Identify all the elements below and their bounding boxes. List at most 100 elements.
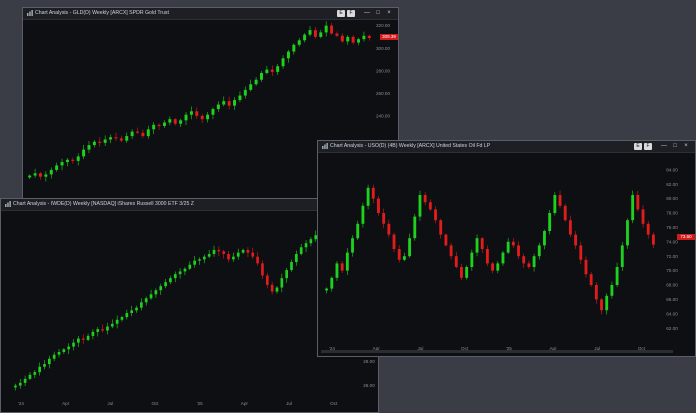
candle-body <box>584 259 588 275</box>
candle-body <box>76 156 80 161</box>
candle-body <box>506 241 510 253</box>
candle-body <box>589 274 593 285</box>
candle-body <box>183 268 187 272</box>
gld-minimize-icon[interactable]: — <box>363 9 371 17</box>
candle-body <box>324 25 328 33</box>
candle-body <box>251 252 255 257</box>
candle-body <box>149 294 153 299</box>
candle-body <box>605 295 609 311</box>
candle-body <box>211 109 215 115</box>
uso-e-button[interactable]: E <box>634 143 642 150</box>
candle-body <box>198 259 201 261</box>
uso-minimize-icon[interactable]: — <box>660 142 668 150</box>
candle-body <box>517 245 520 257</box>
candle-body <box>146 129 150 137</box>
candle-body <box>169 278 172 283</box>
candle-body <box>491 263 495 271</box>
candle-body <box>558 195 562 206</box>
candle-body <box>387 223 391 235</box>
candle-body <box>371 187 375 199</box>
candle-body <box>109 137 113 140</box>
candle-body <box>92 141 96 146</box>
candle-body <box>356 223 360 239</box>
candle-body <box>202 256 206 260</box>
gld-title-bar[interactable]: Chart Analysis - GLD(D) Weekly [ARCX] SP… <box>23 8 398 20</box>
candle-body <box>423 195 427 203</box>
y-tick-label: 64.00 <box>666 311 678 316</box>
candle-body <box>67 346 71 350</box>
candle-body <box>366 187 370 206</box>
candle-body <box>130 131 134 137</box>
candle-body <box>140 302 143 308</box>
uso-chart-window[interactable]: Chart Analysis - USO(D) (4B) Weekly [ARC… <box>317 140 696 357</box>
candle-body <box>135 307 138 311</box>
candle-body <box>195 111 199 116</box>
candle-body <box>290 262 293 271</box>
uso-horizontal-scrollbar[interactable] <box>321 350 673 353</box>
x-tick-label: Apr <box>62 401 70 406</box>
candle-body <box>81 338 85 340</box>
uso-title-bar[interactable]: Chart Analysis - USO(D) (4B) Weekly [ARC… <box>318 141 695 153</box>
candle-body <box>125 136 129 141</box>
uso-f-button[interactable]: F <box>644 143 652 150</box>
candle-body <box>72 342 75 347</box>
candle-body <box>454 256 458 267</box>
candle-body <box>120 317 124 320</box>
candle-body <box>434 209 437 221</box>
candle-body <box>361 205 365 224</box>
candle-body <box>626 220 629 246</box>
candle-body <box>299 247 303 254</box>
uso-last-price-tag: 73.60 <box>677 234 695 240</box>
x-tick-label: Oct <box>151 401 159 406</box>
candle-body <box>136 131 139 133</box>
candle-body <box>449 245 453 257</box>
x-tick-label: Jul <box>107 401 113 406</box>
candle-body <box>615 267 619 285</box>
y-tick-label: 74.00 <box>666 239 678 244</box>
candle-body <box>162 122 166 126</box>
candle-body <box>103 139 107 143</box>
candle-body <box>522 256 526 264</box>
candle-body <box>397 249 401 260</box>
candle-body <box>295 253 298 263</box>
candle-body <box>537 245 541 257</box>
x-tick-label: '24 <box>18 401 24 406</box>
candle-body <box>14 385 17 388</box>
candle-body <box>377 198 380 213</box>
gld-maximize-icon[interactable]: □ <box>374 9 382 17</box>
candle-body <box>418 195 422 217</box>
candle-body <box>87 145 91 150</box>
candle-body <box>285 270 289 279</box>
candle-body <box>18 382 22 386</box>
candle-body <box>428 202 432 210</box>
gld-e-button[interactable]: E <box>337 10 345 17</box>
candle-body <box>357 39 361 43</box>
candle-body <box>304 243 308 248</box>
candle-body <box>636 195 640 210</box>
candle-body <box>480 238 484 249</box>
candle-body <box>408 238 412 257</box>
candle-body <box>501 252 505 264</box>
gld-f-button[interactable]: F <box>347 10 355 17</box>
candle-body <box>125 313 129 318</box>
uso-maximize-icon[interactable]: □ <box>671 142 679 150</box>
candle-body <box>206 114 210 120</box>
y-tick-label: 72.00 <box>666 254 678 259</box>
uso-chart[interactable]: 84.00 82.00 80.00 78.00 76.00 74.00 72.00 70.00… <box>318 153 695 356</box>
uso-close-icon[interactable]: × <box>682 142 690 150</box>
candle-body <box>246 249 250 253</box>
candle-body <box>130 310 134 314</box>
candle-body <box>184 114 188 121</box>
candle-body <box>154 290 158 295</box>
candle-body <box>292 44 296 52</box>
candle-body <box>346 36 350 42</box>
gld-close-icon[interactable]: × <box>385 9 393 17</box>
candle-body <box>71 159 75 161</box>
candle-body <box>620 245 624 267</box>
uso-window-title: Chart Analysis - USO(D) (4B) Weekly [ARC… <box>330 143 491 149</box>
candle-body <box>313 30 317 37</box>
candle-body <box>152 124 156 130</box>
candle-body <box>444 234 448 246</box>
candle-body <box>392 234 396 249</box>
candle-body <box>275 287 279 292</box>
